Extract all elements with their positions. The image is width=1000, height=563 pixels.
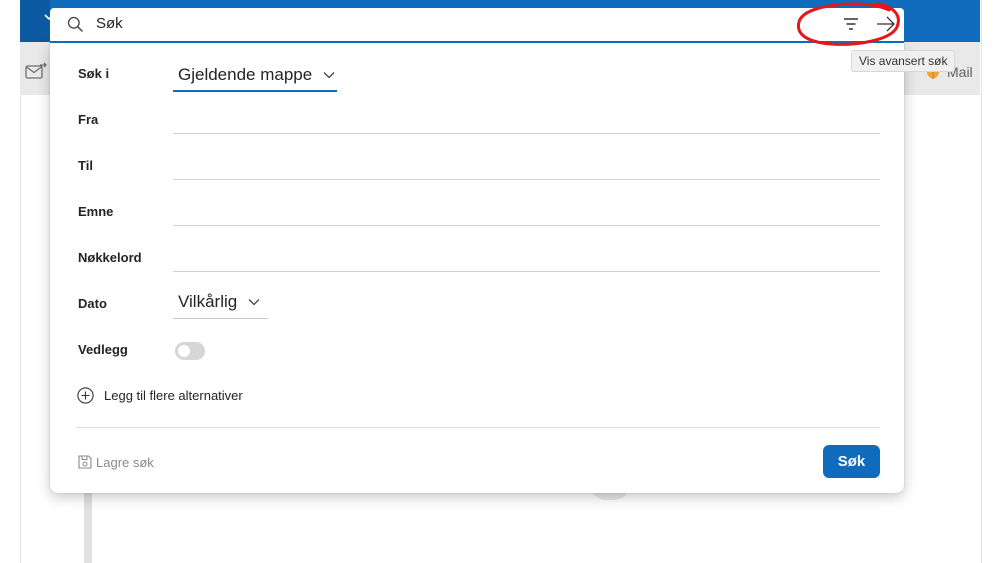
toggle-knob [178,345,190,357]
search-icon [67,16,83,32]
add-more-label: Legg til flere alternativer [104,388,243,403]
to-field[interactable] [173,155,880,180]
scroll-rail [84,490,92,563]
keywords-label: Nøkkelord [78,250,142,265]
from-field[interactable] [173,109,880,134]
search-in-label: Søk i [78,66,110,81]
plus-circle-icon [77,387,94,404]
date-label: Dato [78,296,107,311]
add-more-options-button[interactable]: Legg til flere alternativer [77,387,243,404]
search-submit-button[interactable]: Søk [823,445,880,478]
subject-label: Emne [78,204,114,219]
attachments-toggle[interactable] [175,342,205,360]
advanced-search-panel: Søk i Gjeldende mappe Fra Til Emne Nøkke… [50,43,904,493]
date-dropdown[interactable]: Vilkårlig [173,286,268,319]
subject-field[interactable] [173,201,880,226]
attachments-label: Vedlegg [78,342,128,357]
search-input[interactable]: Søk [96,15,123,32]
chevron-down-icon [248,299,260,306]
chevron-down-icon [323,71,335,78]
collapse-button[interactable] [20,0,54,42]
to-label: Til [78,158,93,173]
save-icon [78,455,92,469]
date-value: Vilkårlig [178,292,238,311]
search-bar: Søk [50,8,904,43]
annotation-circle [796,2,900,46]
keywords-field[interactable] [173,247,880,272]
filter-tooltip: Vis avansert søk [851,50,956,72]
divider [76,427,880,428]
save-search-button[interactable]: Lagre søk [77,454,154,470]
search-in-dropdown[interactable]: Gjeldende mappe [173,59,337,92]
save-search-label: Lagre søk [96,454,154,470]
from-label: Fra [78,112,99,127]
mail-icon[interactable] [25,62,47,80]
search-in-value: Gjeldende mappe [178,64,313,84]
